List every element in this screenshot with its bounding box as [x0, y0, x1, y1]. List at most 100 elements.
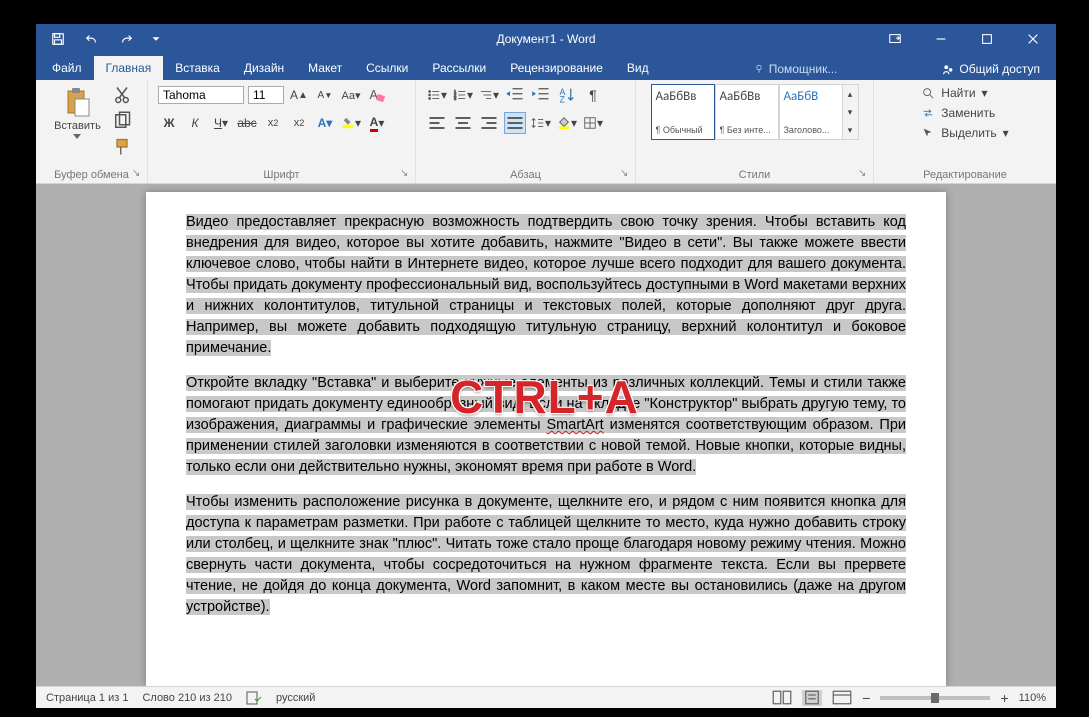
group-label: Шрифт — [158, 167, 405, 181]
undo-icon[interactable] — [84, 31, 100, 47]
sort-icon[interactable]: AZ — [556, 84, 578, 106]
zoom-out-button[interactable]: − — [862, 690, 870, 706]
frame-corner — [5, 5, 23, 23]
language-indicator[interactable]: русский — [276, 692, 315, 704]
align-left-icon[interactable] — [426, 112, 448, 134]
format-painter-icon[interactable] — [111, 136, 133, 158]
zoom-level[interactable]: 110% — [1019, 692, 1046, 704]
frame-corner — [1066, 694, 1084, 712]
tell-me-label: Помощник... — [769, 62, 838, 76]
share-label: Общий доступ — [959, 62, 1040, 76]
frame-corner — [1066, 5, 1084, 23]
style-heading1[interactable]: АаБбВ Заголово... — [779, 84, 843, 140]
ribbon-tabs: Файл Главная Вставка Дизайн Макет Ссылки… — [36, 54, 1056, 80]
read-mode-icon[interactable] — [772, 690, 792, 706]
paragraph-text: Откройте вкладку "Вставка" и выберите ну… — [186, 375, 906, 475]
paragraph-text: Чтобы изменить расположение рисунка в до… — [186, 494, 906, 615]
tab-home[interactable]: Главная — [94, 56, 164, 80]
group-editing: Найти ▾ Заменить Выделить ▾ Редактирован… — [874, 80, 1056, 183]
bullets-icon[interactable]: ▾ — [426, 84, 448, 106]
ribbon-display-options-icon[interactable] — [872, 24, 918, 54]
paste-button[interactable]: Вставить — [50, 84, 105, 141]
zoom-slider[interactable] — [880, 696, 990, 700]
cut-icon[interactable] — [111, 84, 133, 106]
superscript-icon[interactable]: x2 — [288, 112, 310, 134]
group-label: Стили — [646, 167, 863, 181]
tab-file[interactable]: Файл — [40, 56, 94, 80]
dialog-launcher-icon[interactable]: ↘ — [400, 168, 412, 180]
italic-button[interactable]: К — [184, 112, 206, 134]
font-name-input[interactable] — [158, 86, 244, 104]
tab-review[interactable]: Рецензирование — [498, 56, 615, 80]
style-normal[interactable]: АаБбВв ¶ Обычный — [651, 84, 715, 140]
find-button[interactable]: Найти ▾ — [917, 84, 1012, 102]
group-label: Буфер обмена — [46, 167, 137, 181]
web-layout-icon[interactable] — [832, 690, 852, 706]
svg-text:Z: Z — [560, 95, 566, 105]
multilevel-list-icon[interactable]: ▾ — [478, 84, 500, 106]
word-window: Документ1 - Word Файл Главная Вставка Ди… — [36, 24, 1056, 708]
redo-icon[interactable] — [118, 31, 134, 47]
change-case-icon[interactable]: Aa▾ — [340, 84, 362, 106]
document-page[interactable]: Видео предоставляет прекрасную возможнос… — [146, 192, 946, 686]
print-layout-icon[interactable] — [802, 690, 822, 706]
zoom-in-button[interactable]: + — [1000, 690, 1008, 706]
align-right-icon[interactable] — [478, 112, 500, 134]
paste-label: Вставить — [54, 120, 101, 132]
maximize-button[interactable] — [964, 24, 1010, 54]
show-marks-icon[interactable]: ¶ — [582, 84, 604, 106]
align-center-icon[interactable] — [452, 112, 474, 134]
subscript-icon[interactable]: x2 — [262, 112, 284, 134]
bold-button[interactable]: Ж — [158, 112, 180, 134]
underline-button[interactable]: Ч▾ — [210, 112, 232, 134]
shading-icon[interactable]: ▾ — [556, 112, 578, 134]
dialog-launcher-icon[interactable]: ↘ — [620, 168, 632, 180]
numbering-icon[interactable]: 123▾ — [452, 84, 474, 106]
text-effects-icon[interactable]: A▾ — [314, 112, 336, 134]
share-button[interactable]: Общий доступ — [933, 58, 1048, 80]
group-paragraph: ▾ 123▾ ▾ AZ ¶ ▾ ▾ ▾ Абза — [416, 80, 636, 183]
dialog-launcher-icon[interactable]: ↘ — [132, 168, 144, 180]
titlebar: Документ1 - Word — [36, 24, 1056, 54]
copy-icon[interactable] — [111, 110, 133, 132]
font-color-icon[interactable]: A▾ — [366, 112, 388, 134]
statusbar: Страница 1 из 1 Слово 210 из 210 русский… — [36, 686, 1056, 708]
dialog-launcher-icon[interactable]: ↘ — [858, 168, 870, 180]
tab-insert[interactable]: Вставка — [163, 56, 232, 80]
grow-font-icon[interactable]: A▲ — [288, 84, 310, 106]
highlight-icon[interactable]: ▾ — [340, 112, 362, 134]
style-no-spacing[interactable]: АаБбВв ¶ Без инте... — [715, 84, 779, 140]
ribbon: Вставить Буфер обмена ↘ A▲ A▼ A — [36, 80, 1056, 184]
borders-icon[interactable]: ▾ — [582, 112, 604, 134]
spellcheck-icon[interactable] — [246, 691, 262, 705]
group-clipboard: Вставить Буфер обмена ↘ — [36, 80, 148, 183]
page-indicator[interactable]: Страница 1 из 1 — [46, 692, 128, 704]
tab-references[interactable]: Ссылки — [354, 56, 420, 80]
close-button[interactable] — [1010, 24, 1056, 54]
group-font: A▲ A▼ Aa▾ A Ж К Ч▾ abc x2 x2 A▾ ▾ A▾ Шри — [148, 80, 416, 183]
strikethrough-button[interactable]: abc — [236, 112, 258, 134]
paragraph-text: Видео предоставляет прекрасную возможнос… — [186, 214, 906, 356]
clear-formatting-icon[interactable]: A — [366, 84, 388, 106]
tab-view[interactable]: Вид — [615, 56, 661, 80]
save-icon[interactable] — [50, 31, 66, 47]
select-button[interactable]: Выделить ▾ — [917, 124, 1012, 142]
font-size-input[interactable] — [248, 86, 284, 104]
styles-gallery-more[interactable]: ▴▾▾ — [843, 84, 859, 140]
tab-design[interactable]: Дизайн — [232, 56, 296, 80]
shrink-font-icon[interactable]: A▼ — [314, 84, 336, 106]
line-spacing-icon[interactable]: ▾ — [530, 112, 552, 134]
word-count[interactable]: Слово 210 из 210 — [142, 692, 232, 704]
minimize-button[interactable] — [918, 24, 964, 54]
document-area[interactable]: Видео предоставляет прекрасную возможнос… — [36, 184, 1056, 686]
svg-text:3: 3 — [454, 96, 457, 101]
tab-layout[interactable]: Макет — [296, 56, 354, 80]
justify-icon[interactable] — [504, 112, 526, 134]
replace-button[interactable]: Заменить — [917, 104, 1012, 122]
increase-indent-icon[interactable] — [530, 84, 552, 106]
frame-corner — [5, 694, 23, 712]
decrease-indent-icon[interactable] — [504, 84, 526, 106]
tab-mailings[interactable]: Рассылки — [420, 56, 498, 80]
qat-customize-icon[interactable] — [152, 31, 160, 47]
tell-me-input[interactable]: Помощник... — [753, 62, 838, 76]
